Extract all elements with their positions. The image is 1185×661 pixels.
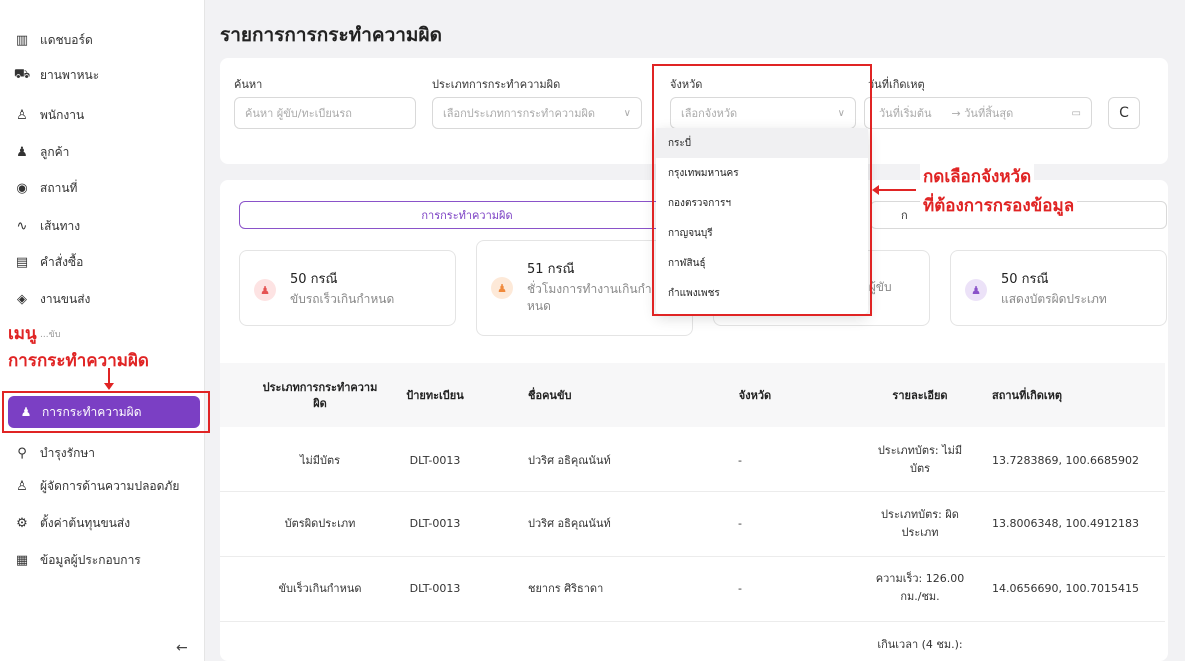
date-start[interactable]: วันที่เริ่มต้น	[879, 104, 932, 122]
sidebar-item-orders[interactable]: ▤ คำสั่งซื้อ	[12, 250, 83, 274]
annotation-arrow-head	[872, 185, 879, 195]
th-type: ประเภทการกระทำความ ผิด	[262, 381, 378, 410]
row-divider	[220, 491, 1165, 492]
user-icon: ♙	[16, 107, 28, 123]
annotation-menu-line2: การกระทำความผิด	[8, 351, 149, 371]
page-title: รายการการกระทำความผิด	[220, 24, 442, 46]
sidebar-item-safety-manager[interactable]: ♙ ผู้จัดการด้านความปลอดภัย	[12, 474, 179, 498]
refresh-button[interactable]: C	[1108, 97, 1140, 129]
sidebar-item-partial[interactable]: ...ขับ	[40, 322, 60, 346]
location-icon: ◉	[16, 180, 28, 196]
th-location: สถานที่เกิดเหตุ	[992, 389, 1063, 402]
clipboard-icon: ▤	[15, 254, 29, 270]
annotation-arrow-head	[104, 383, 114, 390]
sidebar-item-shipping[interactable]: ◈ งานขนส่ง	[12, 287, 90, 311]
sidebar-item-dashboard[interactable]: ▥ แดชบอร์ด	[12, 28, 93, 52]
sidebar-item-maintenance[interactable]: ⚲ บำรุงรักษา	[12, 441, 95, 465]
date-end[interactable]: → วันที่สิ้นสุด	[952, 104, 1014, 122]
date-range-input[interactable]: วันที่เริ่มต้น → วันที่สิ้นสุด ▭	[864, 97, 1092, 129]
sidebar-item-vehicles[interactable]: ⛟ ยานพาหนะ	[12, 63, 99, 87]
sidebar-item-customers[interactable]: ♟ ลูกค้า	[12, 140, 69, 164]
th-province: จังหวัด	[738, 389, 772, 402]
sidebar-item-routes[interactable]: ∿ เส้นทาง	[12, 214, 81, 238]
arrow-left-icon: ←	[176, 640, 188, 656]
date-label: วันที่เกิดเหตุ	[868, 78, 925, 91]
chart-icon: ▥	[15, 32, 29, 48]
search-input[interactable]: ค้นหา ผู้ขับ/ทะเบียนรถ	[234, 97, 416, 129]
sidebar-item-cost-settings[interactable]: ⚙ ตั้งค่าต้นทุนขนส่ง	[12, 511, 130, 535]
route-icon: ∿	[16, 218, 28, 234]
building-icon: ▦	[15, 552, 29, 568]
collapse-sidebar-button[interactable]: ←	[176, 640, 188, 656]
sidebar-item-places[interactable]: ◉ สถานที่	[12, 176, 77, 200]
box-icon: ◈	[17, 291, 27, 307]
annotation-box-menu	[2, 391, 210, 433]
refresh-icon: C	[1119, 105, 1129, 121]
row-divider	[220, 556, 1165, 557]
search-label: ค้นหา	[234, 78, 263, 91]
alert-user-icon: ♟	[254, 279, 276, 301]
wrench-icon: ⚲	[17, 445, 27, 461]
chevron-down-icon: ∨	[623, 107, 631, 119]
th-driver: ชื่อคนขับ	[528, 389, 572, 402]
row-divider	[220, 621, 1165, 622]
stat-card-wrong-license: ♟ 50 กรณี แสดงบัตรผิดประเภท	[950, 250, 1167, 326]
th-plate: ป้ายทะเบียน	[406, 389, 464, 402]
violation-type-label: ประเภทการกระทำความผิด	[432, 78, 561, 91]
sidebar-item-operator-info[interactable]: ▦ ข้อมูลผู้ประกอบการ	[12, 548, 141, 572]
users-icon: ♟	[16, 144, 28, 160]
violation-type-select[interactable]: เลือกประเภทการกระทำความผิด ∨	[432, 97, 642, 129]
annotation-province-line2: ที่ต้องการกรองข้อมูล	[920, 192, 1078, 219]
alert-user-icon: ♟	[965, 279, 987, 301]
annotation-menu-line1: เมนู	[8, 324, 37, 344]
stat-card-speeding: ♟ 50 กรณี ขับรถเร็วเกินกำหนด	[239, 250, 456, 326]
alert-user-icon: ♟	[491, 277, 513, 299]
tab-violations[interactable]: การกระทำความผิด	[239, 201, 695, 229]
gear-icon: ⚙	[16, 515, 28, 531]
truck-icon: ⛟	[13, 66, 31, 82]
th-detail: รายละเอียด	[892, 389, 948, 402]
calendar-icon: ▭	[1071, 107, 1081, 119]
annotation-arrow-left	[878, 189, 916, 191]
shield-user-icon: ♙	[16, 478, 28, 494]
sidebar-item-employees[interactable]: ♙ พนักงาน	[12, 103, 84, 127]
annotation-box-province	[652, 64, 872, 316]
annotation-province-line1: กดเลือกจังหวัด	[920, 163, 1035, 190]
